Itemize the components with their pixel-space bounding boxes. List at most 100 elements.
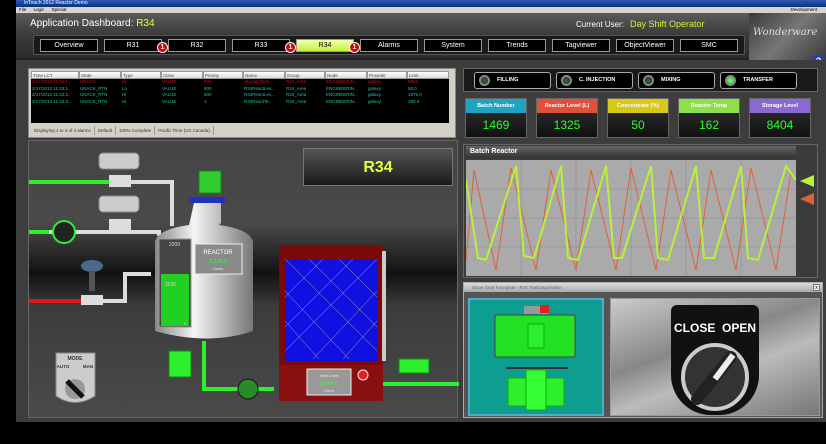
kpi-reactor-temp: Reactor Temp 162 <box>678 98 740 138</box>
alarm-cell: 180.0 <box>408 98 420 104</box>
menu-logic[interactable]: Logic <box>34 7 45 12</box>
nav-objectviewer[interactable]: ObjectViewer <box>616 39 674 52</box>
alarm-cell: UNACK_RTN <box>80 98 108 104</box>
alarm-column-header[interactable]: State <box>79 71 121 79</box>
window-title-bar: InTouch 2012 Reactor Demo <box>16 0 826 7</box>
transfer-valve <box>398 358 430 374</box>
process-diagram: 2200 1100 0 REACTOR 1,325.0 Liters Tank … <box>29 152 459 403</box>
nav-r32[interactable]: R32 <box>168 39 226 52</box>
actuator-valve-icon <box>494 305 576 411</box>
alarm-column-header[interactable]: Type <box>121 71 161 79</box>
kpi-label: Batch Number <box>466 99 526 113</box>
switch-label: CLOSE OPEN <box>673 321 756 335</box>
page-title: Application Dashboard: R34 <box>30 18 155 29</box>
wonderware-logo: Wonderware <box>749 13 826 60</box>
menu-special[interactable]: Special <box>52 7 67 12</box>
kpi-storage-level: Storage Level 8404 <box>749 98 811 138</box>
nav-r34[interactable]: R34 <box>296 39 354 52</box>
nav-r33[interactable]: R33 <box>232 39 290 52</box>
user-label: Current User: <box>576 20 625 29</box>
alarm-cell: R34ReactTe... <box>244 98 273 104</box>
title-prefix: Application Dashboard: <box>30 18 134 29</box>
alarm-column-header[interactable]: Priority <box>203 71 243 79</box>
kpi-label: Reactor Temp <box>679 99 739 113</box>
nav-r31[interactable]: R31 <box>104 39 162 52</box>
kpi-label: Reactor Level (L) <box>537 99 597 113</box>
alarm-list: 2/17/2012 11:31:1.. UNACK Hi VALUE 500 Storag… <box>31 79 449 123</box>
nav-trends[interactable]: Trends <box>488 39 546 52</box>
alarm-column-header[interactable]: Node <box>325 71 367 79</box>
alarm-cell: ENGINEERIN... <box>326 98 358 104</box>
alarm-column-header[interactable]: Class <box>161 71 203 79</box>
alarm-cell: 2/17/2012 11:34:3.. <box>32 98 71 104</box>
hand-valve-wheel <box>52 220 76 244</box>
trend-markers <box>800 175 814 205</box>
phase-filling[interactable]: FILLING <box>474 72 551 89</box>
control-valve <box>81 260 103 305</box>
status-led-icon <box>725 75 736 86</box>
alarm-progress: 100% Complete <box>116 126 156 135</box>
mode-man: MAN <box>83 364 93 369</box>
kpi-value: 1325 <box>553 118 581 132</box>
header: Application Dashboard: R34 Current User:… <box>16 13 826 68</box>
popup-close-button[interactable]: x <box>813 284 820 291</box>
phase-label: MIXING <box>661 77 681 83</box>
alarm-count: Displaying 1 to 4 of 4 alarms <box>31 126 95 135</box>
kpi-value: 1469 <box>482 118 510 132</box>
alarm-row[interactable]: 2/17/2012 11:34:3.. UNACK_RTN Hi VALUE 1 R34R… <box>31 99 449 106</box>
pump-motor <box>168 350 192 378</box>
alarm-cell: R34_Area <box>286 98 307 104</box>
menu-file[interactable]: File <box>19 7 26 12</box>
alarm-light-icon <box>357 369 369 381</box>
alarm-cell: Hi <box>122 98 127 104</box>
outlet-hand-valve <box>237 378 259 400</box>
kpi-label: Storage Level <box>750 99 810 113</box>
alarm-column-header[interactable]: Provider <box>367 71 407 79</box>
alarm-cell: galaxy <box>368 98 382 104</box>
alarm-column-header[interactable]: Name <box>243 71 285 79</box>
alarm-status-bar: Displaying 1 to 4 of 4 alarms Default 10… <box>31 126 453 135</box>
alarm-badge: 1 <box>285 42 296 53</box>
window-title: InTouch 2012 Reactor Demo <box>24 0 88 6</box>
nav-tagviewer[interactable]: Tagviewer <box>552 39 610 52</box>
alarm-badge: 1 <box>157 42 168 53</box>
phase-status-bar: FILLING C. INJECTION MIXING TRANSFER <box>463 68 818 92</box>
status-led-icon <box>479 75 490 86</box>
alarm-column-header[interactable]: Time LCT <box>31 71 79 79</box>
nav-system[interactable]: System <box>424 39 482 52</box>
nav-alarms[interactable]: Alarms <box>360 39 418 52</box>
kpi-value: 162 <box>698 118 720 132</box>
phase-label: C. INJECTION <box>579 77 616 83</box>
selector-switch[interactable]: CLOSE OPEN <box>671 305 759 415</box>
actuator-valve-2 <box>98 195 140 231</box>
alarm-cell: 1 <box>204 98 207 104</box>
level-marker-icon <box>800 175 814 187</box>
tank-label: Tank Level <box>319 373 338 378</box>
temp-marker-icon <box>800 193 814 205</box>
reactor-unit: Liters <box>213 266 223 271</box>
tank-value: 8,404.0 <box>320 381 338 387</box>
alarm-column-header[interactable]: Limit <box>407 71 449 79</box>
popup-title: Show Gear Faceplate - R34 ToolOutputValv… <box>464 283 822 292</box>
alarm-badge: 1 <box>349 42 360 53</box>
nav-bar: Overview R31 1 R32 R33 1 R34 1 Alarms System Trend… <box>33 35 745 55</box>
switch-knob-icon <box>681 343 749 411</box>
batch-reactor-trend: Batch Reactor <box>463 144 818 278</box>
phase-transfer[interactable]: TRANSFER <box>720 72 797 89</box>
gauge-mid: 1100 <box>165 282 176 288</box>
phase-c-injection[interactable]: C. INJECTION <box>556 72 633 89</box>
trend-plot <box>466 160 796 276</box>
agitator-motor <box>198 170 222 194</box>
phase-label: TRANSFER <box>743 77 773 83</box>
reactor-value: 1,325.0 <box>209 259 227 265</box>
mode-label: MODE <box>68 356 84 362</box>
nav-overview[interactable]: Overview <box>40 39 98 52</box>
gauge-max: 2200 <box>169 242 180 248</box>
inlet-pipe-middle <box>29 230 161 236</box>
kpi-value: 8404 <box>766 118 794 132</box>
phase-label: FILLING <box>497 77 519 83</box>
phase-mixing[interactable]: MIXING <box>638 72 715 89</box>
reactor-label: REACTOR <box>203 250 233 256</box>
nav-smc[interactable]: SMC <box>680 39 738 52</box>
alarm-column-header[interactable]: Group <box>285 71 325 79</box>
